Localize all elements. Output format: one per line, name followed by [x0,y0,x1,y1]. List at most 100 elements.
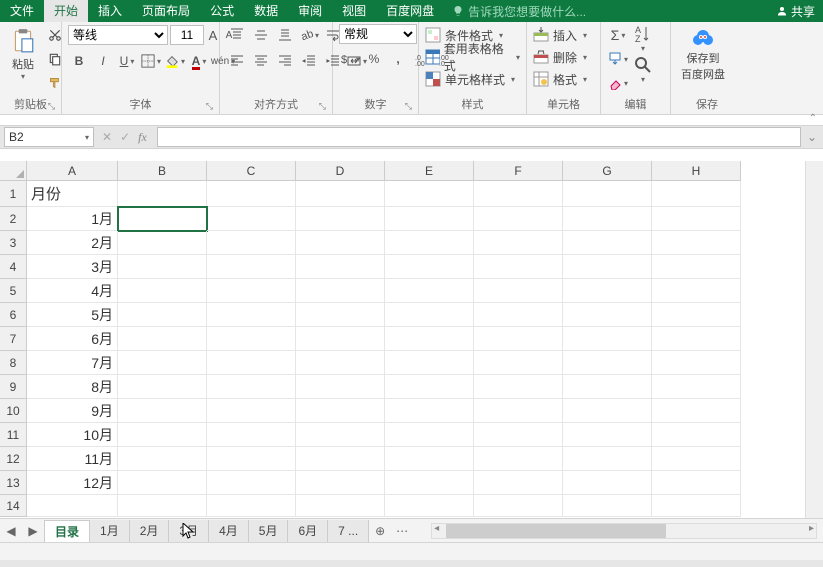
cell[interactable] [652,447,741,471]
expand-formula-icon[interactable]: ⌄ [807,130,823,144]
column-header[interactable]: G [563,161,652,181]
scrollbar-thumb[interactable] [446,524,666,538]
fill-color-button[interactable]: ▾ [164,50,186,72]
table-format-button[interactable]: 套用表格格式▾ [425,46,520,68]
new-sheet-button[interactable]: ⊕ [371,522,389,540]
column-header[interactable]: E [385,161,474,181]
cell[interactable]: 12月 [27,471,118,495]
cell[interactable] [118,303,207,327]
cell[interactable] [296,375,385,399]
font-grow-button[interactable]: A [206,24,220,46]
cell[interactable] [652,303,741,327]
cell[interactable] [652,351,741,375]
align-right-button[interactable] [274,50,296,72]
cell[interactable] [652,471,741,495]
cell[interactable] [563,327,652,351]
cell[interactable] [118,471,207,495]
share-button[interactable]: 共享 [768,3,823,20]
cell[interactable] [385,495,474,517]
row-header[interactable]: 7 [0,327,27,351]
cell[interactable] [207,423,296,447]
cell[interactable] [563,181,652,207]
cell[interactable] [118,423,207,447]
cell[interactable] [385,207,474,231]
align-middle-button[interactable] [250,24,272,46]
cell[interactable] [385,375,474,399]
tab-formulas[interactable]: 公式 [200,0,244,22]
comma-button[interactable]: , [387,48,409,70]
cell[interactable] [296,255,385,279]
cell[interactable] [652,207,741,231]
sheet-nav-next[interactable]: ▶ [24,522,42,540]
cell[interactable] [563,207,652,231]
cell[interactable] [474,495,563,517]
cell[interactable]: 1月 [27,207,118,231]
cell[interactable] [385,327,474,351]
column-header[interactable]: H [652,161,741,181]
row-header[interactable]: 14 [0,495,27,517]
row-header[interactable]: 10 [0,399,27,423]
row-header[interactable]: 13 [0,471,27,495]
fx-icon[interactable]: fx [138,130,147,145]
caret-down-icon[interactable]: ▾ [85,133,89,142]
cell[interactable] [474,279,563,303]
cell-style-button[interactable]: 单元格样式▾ [425,68,515,90]
scroll-right-icon[interactable]: ▸ [809,523,814,534]
cell[interactable] [652,231,741,255]
cell[interactable] [474,399,563,423]
cell[interactable] [207,327,296,351]
cell[interactable] [385,471,474,495]
find-select-button[interactable]: ▾ [633,55,653,84]
sort-filter-button[interactable]: AZ▾ [633,24,653,53]
cell[interactable] [118,279,207,303]
cell[interactable]: 2月 [27,231,118,255]
delete-cells-button[interactable]: 删除▾ [533,46,587,68]
align-center-button[interactable] [250,50,272,72]
tab-insert[interactable]: 插入 [88,0,132,22]
cell[interactable] [474,375,563,399]
cell[interactable] [207,495,296,517]
cell[interactable] [207,375,296,399]
cell[interactable] [118,231,207,255]
cell[interactable] [474,351,563,375]
cell[interactable] [118,447,207,471]
cell[interactable] [563,423,652,447]
cell[interactable] [207,181,296,207]
cell[interactable] [474,231,563,255]
tab-layout[interactable]: 页面布局 [132,0,200,22]
fill-button[interactable]: ▾ [607,48,629,70]
cell[interactable] [296,351,385,375]
cell[interactable] [652,181,741,207]
clear-button[interactable]: ▾ [607,72,629,94]
sheet-tab[interactable]: 4月 [209,520,249,542]
dialog-launcher-icon[interactable]: ⤡ [206,101,213,112]
underline-button[interactable]: U▾ [116,50,138,72]
formula-bar[interactable] [157,127,801,147]
cell[interactable]: 4月 [27,279,118,303]
vertical-scrollbar[interactable] [805,161,823,518]
cell[interactable] [296,423,385,447]
number-format-select[interactable]: 常规 [339,24,417,44]
cell[interactable]: 月份 [27,181,118,207]
cell[interactable] [385,423,474,447]
row-header[interactable]: 12 [0,447,27,471]
cell[interactable] [652,423,741,447]
cell[interactable] [563,279,652,303]
cell[interactable] [296,303,385,327]
dialog-launcher-icon[interactable]: ⤡ [319,101,326,112]
border-button[interactable]: ▾ [140,50,162,72]
cell[interactable] [474,471,563,495]
font-size-input[interactable] [170,25,204,45]
dialog-launcher-icon[interactable]: ⤡ [48,101,55,112]
cell[interactable] [385,303,474,327]
select-all-corner[interactable] [0,161,27,181]
row-header[interactable]: 11 [0,423,27,447]
column-header[interactable]: A [27,161,118,181]
cell[interactable] [652,279,741,303]
scroll-left-icon[interactable]: ◂ [434,523,439,534]
sheet-tab[interactable]: 5月 [249,520,289,542]
cell[interactable] [207,255,296,279]
cell[interactable] [296,327,385,351]
cell[interactable] [563,447,652,471]
row-header[interactable]: 9 [0,375,27,399]
